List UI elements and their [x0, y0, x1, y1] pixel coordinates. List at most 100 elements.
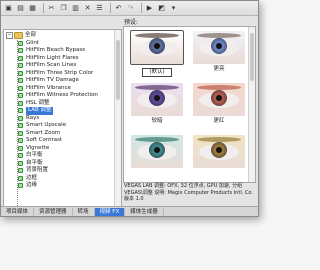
preset-caption: 更红	[213, 118, 225, 124]
preset-thumbnail[interactable]	[189, 135, 249, 181]
tree-item-label: Smart Upscale	[26, 122, 67, 128]
pupil-shape	[216, 95, 222, 101]
tab-project-media[interactable]: 项目媒体	[1, 207, 35, 216]
tree-item-label: 白平衡	[26, 152, 43, 158]
preset-scroll-thumb[interactable]	[250, 33, 254, 81]
preset-caption: 更亮	[213, 66, 225, 72]
tree-item[interactable]: 背景阻置	[4, 167, 121, 175]
plugin-icon	[18, 55, 23, 61]
tree-item[interactable]: 边框	[4, 175, 121, 183]
presets-label: 预设:	[124, 19, 139, 26]
plugin-icon	[18, 153, 23, 159]
tree-item[interactable]: 自平衡	[4, 160, 121, 168]
tree-item[interactable]: HitFilm Witness Protection	[4, 92, 121, 100]
tree-item[interactable]: HSL 调整	[4, 100, 121, 108]
plugin-icon	[18, 63, 23, 69]
plugin-icon	[18, 93, 23, 99]
redo-icon[interactable]: ↷	[126, 4, 135, 13]
tree-item[interactable]: HitFilm Scan Lines	[4, 62, 121, 70]
cut-icon[interactable]: ✂	[47, 4, 56, 13]
tree-item[interactable]: LAB 调整	[4, 107, 121, 115]
tree-item-label: Vignette	[26, 144, 50, 151]
play-icon[interactable]: ▶	[145, 4, 154, 13]
eye-preview-image	[131, 83, 183, 116]
plugin-icon	[18, 78, 23, 84]
tree-item-label: Rays	[26, 114, 40, 121]
pupil-shape	[216, 147, 222, 153]
tree-item-label: HitFilm Beach Bypass	[26, 47, 86, 53]
tree-item[interactable]: HitFilm Beach Bypass	[4, 47, 121, 55]
properties-icon[interactable]: ☰	[95, 4, 104, 13]
tree-item[interactable]: HitFilm Three Strip Color	[4, 70, 121, 78]
collapse-icon[interactable]: −	[6, 32, 13, 40]
plugin-icon	[18, 160, 23, 166]
tree-scroll-thumb[interactable]	[116, 40, 120, 100]
tree-root[interactable]: − 全部	[4, 32, 121, 40]
copy-icon[interactable]: ❐	[59, 4, 68, 13]
plugin-icon	[18, 70, 23, 76]
tree-scrollbar[interactable]	[114, 30, 121, 207]
plugin-icon	[18, 183, 23, 189]
tree-item-label: LAB 调整	[26, 107, 54, 115]
tree-item-label: 边缘	[26, 182, 38, 188]
toolbar-separator	[110, 3, 111, 13]
tree-item-label: HSL 调整	[26, 99, 50, 106]
folder-open-icon[interactable]: ▣	[4, 4, 13, 13]
menu-icon[interactable]: ▾	[169, 4, 178, 13]
plugin-icon	[18, 145, 23, 151]
tree-item[interactable]: HitFilm Vibrance	[4, 85, 121, 93]
preset-thumbnail[interactable]: (默认)	[127, 30, 187, 77]
tree-item[interactable]: Smart Upscale	[4, 122, 121, 130]
delete-icon[interactable]: ✕	[83, 4, 92, 13]
tab-media-generators[interactable]: 媒体生成器	[125, 207, 164, 216]
tree-item[interactable]: HitFilm TV Damage	[4, 77, 121, 85]
preset-caption: (默认)	[142, 68, 172, 77]
tree-item[interactable]: Smart Zoom	[4, 130, 121, 138]
window-tabs: 项目媒体 资源管理器 转场 视频 FX 媒体生成器	[1, 206, 258, 216]
toolbar-separator	[43, 3, 44, 13]
tab-video-fx[interactable]: 视频 FX	[94, 207, 126, 216]
plugin-icon	[18, 40, 23, 46]
plugin-icon	[18, 100, 23, 106]
eye-preview-image	[130, 30, 184, 65]
pupil-shape	[154, 147, 160, 153]
tab-explorer[interactable]: 资源管理器	[34, 207, 73, 216]
pupil-shape	[154, 43, 160, 49]
preset-caption: 较暗	[151, 118, 163, 124]
paste-icon[interactable]: ▥	[71, 4, 80, 13]
tree-item[interactable]: 边缘	[4, 182, 121, 190]
folder-icon	[14, 32, 23, 40]
toolbar-separator	[141, 3, 142, 13]
plugin-icon	[18, 175, 23, 181]
tree-item-label: HitFilm Witness Protection	[26, 92, 98, 98]
tree-item[interactable]: Glint	[4, 40, 121, 48]
preset-thumbnail[interactable]: 更红	[189, 83, 249, 129]
plugin-icon	[18, 48, 23, 54]
tree-item[interactable]: Rays	[4, 115, 121, 123]
effects-icon[interactable]: ◩	[157, 4, 166, 13]
preset-preview-panel: (默认) 更亮较暗 更红	[123, 26, 256, 183]
grid-icon[interactable]: ▦	[28, 4, 37, 13]
plugin-tree[interactable]: − 全部 Glint HitFilm Beach Bypass HitFilm Li…	[3, 29, 122, 208]
tree-item-label: 边框	[26, 174, 38, 181]
preset-thumbnail[interactable]: 更亮	[189, 31, 249, 77]
tree-items: Glint HitFilm Beach Bypass HitFilm Light F…	[4, 40, 121, 190]
tree-item-label: HitFilm Scan Lines	[26, 62, 77, 68]
plugin-icon	[18, 108, 23, 114]
tree-item[interactable]: Soft Contrast	[4, 137, 121, 145]
plugin-icon	[18, 130, 23, 136]
preset-thumbnail[interactable]	[127, 135, 187, 181]
save-icon[interactable]: ▤	[16, 4, 25, 13]
preset-thumbnail[interactable]: 较暗	[127, 83, 187, 129]
eye-preview-image	[193, 31, 245, 64]
preset-scrollbar[interactable]	[248, 27, 255, 182]
tree-item-label: HitFilm TV Damage	[26, 77, 79, 83]
eye-preview-image	[193, 83, 245, 116]
tree-item[interactable]: 白平衡	[4, 152, 121, 160]
tab-transitions[interactable]: 转场	[73, 207, 95, 216]
undo-icon[interactable]: ↶	[114, 4, 123, 13]
eye-preview-image	[193, 135, 245, 168]
tree-item[interactable]: HitFilm Light Flares	[4, 55, 121, 63]
tree-item[interactable]: Vignette	[4, 145, 121, 153]
tree-item-label: 自平衡	[26, 159, 43, 166]
